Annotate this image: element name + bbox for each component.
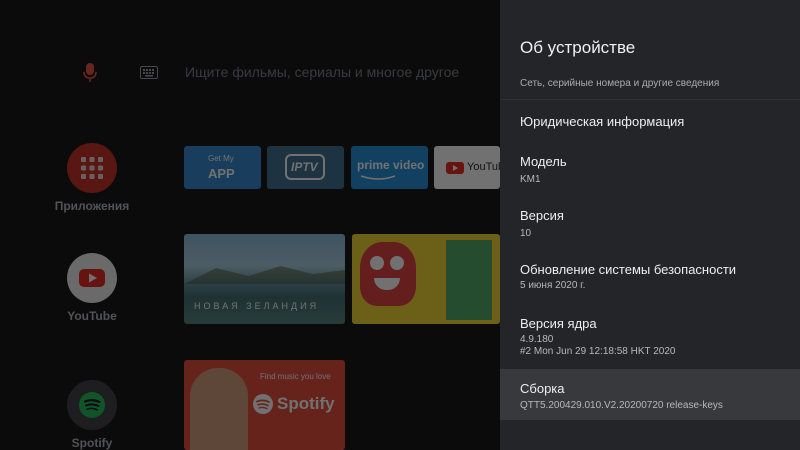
person-image <box>190 368 248 450</box>
panel-divider <box>500 99 800 100</box>
tile-iptv[interactable]: IPTV <box>267 146 344 189</box>
item-title: Юридическая информация <box>520 114 685 129</box>
item-title: Версия <box>520 208 564 223</box>
item-value: KM1 <box>520 174 541 185</box>
panel-title: Об устройстве <box>520 38 636 57</box>
cartoon-character <box>360 242 416 306</box>
new-zealand-caption: НОВАЯ ЗЕЛАНДИЯ <box>194 301 320 311</box>
about-device-panel: Об устройстве Сеть, серийные номера и др… <box>500 0 800 450</box>
spotify-tile-text: Spotify <box>277 394 335 413</box>
smile-arrow-icon <box>360 175 396 180</box>
prime-video-text: prime video <box>357 158 425 172</box>
keyboard-icon[interactable] <box>140 66 158 79</box>
tile-kids-video[interactable] <box>352 234 500 324</box>
spotify-shortcut[interactable]: Spotify <box>50 380 134 450</box>
getmyapp-big-text: APP <box>208 166 235 181</box>
settings-item-model[interactable]: Модель KM1 <box>500 144 800 194</box>
apps-shortcut[interactable]: Приложения <box>50 143 134 213</box>
youtube-tile-text: YouTube <box>467 161 500 173</box>
item-value: 10 <box>520 228 532 239</box>
spotify-circle <box>67 380 117 430</box>
item-value: QTT5.200429.010.V2.20200720 release-keys <box>520 400 723 411</box>
find-music-text: Find music you love <box>260 372 331 381</box>
pixel-character <box>446 240 492 320</box>
tile-youtube[interactable]: YouTube <box>434 146 500 189</box>
iptv-text: IPTV <box>291 160 318 174</box>
apps-circle <box>67 143 117 193</box>
item-value-detail: #2 Mon Jun 29 12:18:58 HKT 2020 <box>520 346 676 357</box>
cartoon-mouth <box>374 278 400 290</box>
settings-item-kernel-version[interactable]: Версия ядра 4.9.180 #2 Mon Jun 29 12:18:… <box>500 306 800 366</box>
item-title: Модель <box>520 154 567 169</box>
tile-new-zealand[interactable]: НОВАЯ ЗЕЛАНДИЯ <box>184 234 345 324</box>
settings-item-legal-info[interactable]: Юридическая информация <box>500 104 800 140</box>
apps-label: Приложения <box>54 199 130 213</box>
youtube-logo-icon <box>446 162 464 174</box>
tile-getmyapp[interactable]: Get My APP <box>184 146 261 189</box>
search-bar[interactable]: Ищите фильмы, сериалы и многое другое <box>80 58 500 88</box>
mountain-shape <box>184 266 345 284</box>
settings-item-security-update[interactable]: Обновление системы безопасности 5 июня 2… <box>500 252 800 302</box>
item-value: 4.9.180 <box>520 334 554 345</box>
grid-icon <box>81 157 103 179</box>
tile-prime-video[interactable]: prime video <box>351 146 428 189</box>
youtube-label: YouTube <box>67 309 117 323</box>
tile-spotify[interactable]: Find music you love Spotify <box>184 360 345 450</box>
item-title: Сборка <box>520 381 565 396</box>
play-icon <box>79 269 105 287</box>
microphone-icon[interactable] <box>82 62 98 84</box>
search-hint[interactable]: Ищите фильмы, сериалы и многое другое <box>185 64 459 80</box>
spotify-logo-icon <box>253 394 273 414</box>
youtube-shortcut[interactable]: YouTube <box>50 253 134 323</box>
spotify-icon <box>79 392 105 418</box>
settings-item-version[interactable]: Версия 10 <box>500 198 800 248</box>
settings-item-build-number[interactable]: Сборка QTT5.200429.010.V2.20200720 relea… <box>500 369 800 420</box>
item-title: Версия ядра <box>520 316 597 331</box>
launcher-background: Ищите фильмы, сериалы и многое другое Пр… <box>0 0 500 450</box>
getmyapp-small-text: Get My <box>208 154 234 163</box>
youtube-circle <box>67 253 117 303</box>
panel-description: Сеть, серийные номера и другие сведения <box>520 78 720 89</box>
spotify-label: Spotify <box>71 436 113 450</box>
item-value: 5 июня 2020 г. <box>520 280 586 291</box>
cartoon-eye-right <box>390 256 404 270</box>
item-title: Обновление системы безопасности <box>520 262 737 277</box>
cartoon-eye-left <box>370 256 384 270</box>
